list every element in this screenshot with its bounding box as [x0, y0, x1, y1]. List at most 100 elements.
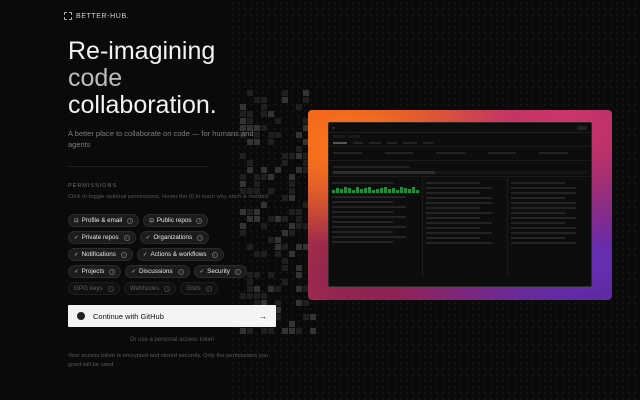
decorative-pixel	[289, 181, 295, 187]
decorative-pixel	[268, 174, 274, 180]
decorative-pixel	[282, 265, 288, 271]
permission-chip-private-repos[interactable]: ✓ Private repos i	[68, 231, 136, 244]
permission-chip-gpg-keys[interactable]: GPG keys i	[68, 282, 120, 295]
permission-chip-label: Projects	[81, 268, 105, 275]
check-icon: ✓	[145, 234, 151, 241]
decorative-pixel	[303, 97, 309, 103]
decorative-pixel	[247, 160, 253, 166]
contribution-cell	[356, 187, 359, 193]
preview-column	[423, 177, 508, 277]
info-icon[interactable]: i	[196, 217, 203, 224]
headline-line-1: Re-imagining	[68, 37, 216, 65]
decorative-pixel	[247, 167, 253, 173]
info-icon[interactable]: i	[164, 285, 171, 292]
permission-chip-label: Organizations	[153, 234, 193, 241]
arrow-right-icon: →	[259, 311, 267, 321]
decorative-pixel	[296, 209, 302, 215]
decorative-pixel	[282, 244, 288, 250]
info-icon[interactable]: i	[211, 251, 218, 258]
info-icon[interactable]: i	[177, 268, 184, 275]
info-icon[interactable]: i	[205, 285, 212, 292]
preview-logo-icon: ▪	[333, 125, 335, 130]
personal-access-token-link[interactable]: Or use a personal access token	[68, 337, 276, 343]
decorative-pixel	[289, 251, 295, 257]
decorative-pixel	[289, 188, 295, 194]
permission-chip-organizations[interactable]: ✓ Organizations i	[139, 231, 210, 244]
continue-with-github-button[interactable]: Continue with GitHub →	[68, 305, 276, 327]
brand[interactable]: BETTER-HUB.	[64, 12, 129, 20]
info-icon[interactable]: i	[234, 268, 241, 275]
permission-chip-label: Webhooks	[129, 285, 160, 292]
decorative-pixel	[282, 279, 288, 285]
preview-stat	[487, 149, 536, 158]
decorative-pixel	[282, 258, 288, 264]
check-icon: ✓	[74, 234, 79, 241]
decorative-pixel	[310, 314, 316, 320]
decorative-pixel	[296, 223, 302, 229]
contribution-cell	[416, 190, 419, 193]
permission-chip-projects[interactable]: ✓ Projects i	[68, 265, 122, 278]
preview-tab	[369, 142, 381, 144]
contribution-cell	[380, 188, 383, 193]
preview-activity	[329, 161, 591, 177]
decorative-pixel	[296, 146, 302, 152]
info-icon[interactable]: i	[107, 285, 114, 292]
contribution-cell	[384, 187, 387, 193]
permissions-description: Click to toggle optional permissions. Ho…	[68, 194, 270, 200]
permission-chip-webhooks[interactable]: Webhooks i	[123, 282, 177, 295]
decorative-pixel	[275, 167, 281, 173]
decorative-pixel	[261, 202, 267, 208]
decorative-pixel	[261, 111, 267, 117]
contribution-cell	[400, 187, 403, 193]
info-icon[interactable]: i	[127, 217, 134, 224]
contribution-cell	[396, 190, 399, 193]
decorative-pixel	[247, 118, 253, 124]
decorative-pixel	[296, 167, 302, 173]
decorative-pixel	[296, 216, 302, 222]
permission-chip-notifications[interactable]: ✓ Notifications i	[68, 248, 133, 261]
decorative-pixel	[240, 328, 246, 334]
decorative-pixel	[254, 174, 260, 180]
preview-header: ▪	[329, 123, 591, 133]
preview-header-control	[577, 125, 587, 130]
permission-chip-security[interactable]: ✓ Security i	[193, 265, 247, 278]
permission-chip-label: Notifications	[81, 251, 116, 258]
check-icon: ✓	[74, 251, 79, 258]
contribution-cell	[412, 187, 415, 193]
permission-chip-gists[interactable]: Gists i	[180, 282, 218, 295]
info-icon[interactable]: i	[109, 268, 116, 275]
contribution-cell	[344, 187, 347, 193]
headline-line-3: collaboration.	[68, 91, 217, 119]
app-preview: ▪	[308, 110, 612, 300]
headline-line-2: code	[68, 64, 123, 92]
permission-chip-public-repos[interactable]: ⊡ Public repos i	[143, 214, 209, 227]
decorative-pixel	[247, 90, 253, 96]
permission-chip-profile-email[interactable]: ⊡ Profile & email i	[68, 214, 140, 227]
hero-headline: Re-imagining code collaboration.	[68, 38, 217, 119]
permission-chip-actions-workflows[interactable]: ✓ Actions & workflows i	[136, 248, 224, 261]
decorative-pixel	[303, 300, 309, 306]
info-icon[interactable]: i	[120, 251, 127, 258]
contribution-cell	[364, 188, 367, 193]
permission-chip-label: Gists	[186, 285, 201, 292]
preview-column	[329, 177, 423, 277]
preview-stat	[436, 149, 484, 158]
preview-stats	[329, 147, 591, 161]
decorative-pixel	[296, 132, 302, 138]
preview-contribution-graph	[332, 187, 419, 193]
decorative-pixel	[296, 272, 302, 278]
hero-tagline: A better place to collaborate on code — …	[68, 129, 254, 149]
permission-chip-discussions[interactable]: ✓ Discussions i	[125, 265, 190, 278]
permission-chip-label: GPG keys	[74, 285, 103, 292]
brand-logo-icon	[64, 12, 72, 20]
decorative-pixel	[268, 111, 274, 117]
info-icon[interactable]: i	[123, 234, 130, 241]
decorative-pixel	[254, 97, 260, 103]
permissions-title: PERMISSIONS	[68, 183, 118, 189]
info-icon[interactable]: i	[197, 234, 204, 241]
decorative-pixel	[268, 132, 274, 138]
contribution-cell	[368, 187, 371, 193]
decorative-pixel	[282, 153, 288, 159]
check-icon: ✓	[131, 268, 136, 275]
decorative-pixel	[261, 97, 267, 103]
